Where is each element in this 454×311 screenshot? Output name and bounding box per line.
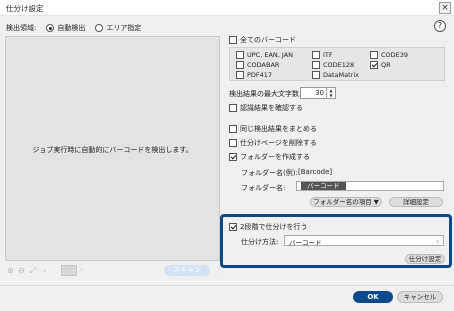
barcode-checkbox-datamatrix[interactable] [312, 71, 320, 79]
folder-example-label: フォルダー名(例): [241, 169, 298, 177]
folder-example-value: [Barcode] [298, 168, 333, 176]
scan-button[interactable]: スキャン [164, 265, 210, 276]
create-folder-label: フォルダーを作成する [240, 153, 310, 161]
max-chars-value[interactable]: 30 [315, 89, 324, 97]
barcode-option-upc[interactable]: UPC, EAN, JAN [236, 51, 293, 59]
radio-area-label: エリア指定 [106, 24, 142, 32]
merge-same-label: 同じ検出結果をまとめる [240, 125, 317, 133]
barcode-checkbox-qr[interactable] [370, 61, 378, 69]
preview-area: ジョブ実行時に自動的にバーコードを検出します。 [5, 36, 220, 261]
confirm-result-label: 認識結果を確認する [240, 104, 303, 112]
confirm-result-checkbox[interactable] [229, 104, 237, 112]
barcode-option-qr[interactable]: QR [370, 61, 391, 69]
sort-method-label: 仕分け方法: [241, 238, 279, 246]
all-barcodes-row[interactable]: 全てのバーコード [229, 35, 296, 45]
detect-area-label: 検出領域: [6, 24, 37, 32]
folder-name-items-button[interactable]: フォルダー名の項目 ▼ [310, 197, 382, 207]
barcode-label-pdf417: PDF417 [247, 71, 273, 79]
footer-divider [0, 285, 454, 286]
radio-area-specify[interactable]: エリア指定 [95, 23, 141, 33]
barcode-checkbox-upc[interactable] [236, 51, 244, 59]
second-level-row[interactable]: 2段階で仕分けを行う [229, 222, 307, 232]
folder-name-field[interactable]: バーコード [296, 181, 444, 191]
radio-auto-label: 自動検出 [57, 24, 86, 32]
sort-method-select[interactable]: バーコード ⌄ [284, 235, 444, 247]
fit-screen-icon[interactable]: ⤢ [30, 266, 36, 276]
barcode-option-code39[interactable]: CODE39 [370, 51, 408, 59]
preview-toolbar: ⊕ ⊖ ⤢ ‹ › スキャン ⋮ [5, 264, 223, 278]
barcode-option-code128[interactable]: CODE128 [312, 61, 354, 69]
max-chars-stepper[interactable]: 30 ▲ ▼ [300, 87, 336, 99]
max-chars-label: 検出結果の最大文字数: [229, 90, 302, 98]
delete-separator-label: 仕分けページを削除する [240, 139, 317, 147]
folder-name-label: フォルダー名: [241, 184, 286, 192]
create-folder-row[interactable]: フォルダーを作成する [229, 152, 310, 162]
next-page-icon[interactable]: › [80, 265, 83, 274]
merge-same-checkbox[interactable] [229, 125, 237, 133]
radio-dot-area[interactable] [95, 24, 104, 32]
barcode-label-code39: CODE39 [381, 51, 409, 59]
delete-separator-checkbox[interactable] [229, 139, 237, 147]
radio-dot-auto[interactable] [46, 24, 55, 32]
barcode-checkbox-codabar[interactable] [236, 61, 244, 69]
all-barcodes-checkbox[interactable] [229, 36, 237, 44]
barcode-label-code128: CODE128 [323, 61, 355, 69]
all-barcodes-label: 全てのバーコード [240, 36, 296, 44]
title-bar: 仕分け設定 × [0, 0, 454, 16]
create-folder-checkbox[interactable] [229, 153, 237, 161]
sort-settings-button[interactable]: 仕分け設定 [405, 254, 445, 264]
barcode-label-qr: QR [381, 61, 391, 69]
window-title: 仕分け設定 [6, 4, 44, 13]
barcode-label-upc: UPC, EAN, JAN [247, 51, 294, 59]
sort-method-value: バーコード [289, 239, 322, 247]
barcode-label-codabar: CODABAR [247, 61, 280, 69]
ok-button[interactable]: OK [353, 291, 393, 303]
barcode-checkbox-code128[interactable] [312, 61, 320, 69]
barcode-type-group: UPC, EAN, JAN ITF CODE39 CODABAR CODE128… [229, 47, 445, 81]
prev-page-icon[interactable]: ‹ [43, 266, 46, 275]
confirm-result-row[interactable]: 認識結果を確認する [229, 103, 303, 113]
zoom-out-icon[interactable]: ⊖ [18, 266, 25, 275]
barcode-label-itf: ITF [323, 51, 333, 59]
barcode-option-codabar[interactable]: CODABAR [236, 61, 279, 69]
close-icon[interactable]: × [439, 2, 451, 14]
stepper-arrows-icon[interactable]: ▲ ▼ [326, 88, 335, 98]
page-thumbnail[interactable] [61, 265, 77, 276]
second-level-label: 2段階で仕分けを行う [240, 223, 308, 231]
second-level-checkbox[interactable] [229, 223, 237, 231]
barcode-checkbox-pdf417[interactable] [236, 71, 244, 79]
barcode-checkbox-itf[interactable] [312, 51, 320, 59]
radio-auto-detect[interactable]: 自動検出 [46, 23, 85, 33]
help-icon[interactable]: ? [434, 20, 446, 32]
chevron-down-icon: ⌄ [434, 237, 440, 244]
preview-message: ジョブ実行時に自動的にバーコードを検出します。 [32, 146, 193, 154]
folder-name-tag[interactable]: バーコード [301, 182, 346, 190]
barcode-option-itf[interactable]: ITF [312, 51, 333, 59]
barcode-option-pdf417[interactable]: PDF417 [236, 71, 272, 79]
barcode-option-datamatrix[interactable]: DataMatrix [312, 71, 359, 79]
cancel-button[interactable]: キャンセル [397, 291, 443, 303]
barcode-label-datamatrix: DataMatrix [323, 71, 359, 79]
zoom-in-icon[interactable]: ⊕ [7, 266, 14, 275]
delete-separator-row[interactable]: 仕分けページを削除する [229, 138, 317, 148]
detect-area-row: 検出領域: 自動検出 エリア指定 [6, 22, 141, 34]
barcode-checkbox-code39[interactable] [370, 51, 378, 59]
merge-same-row[interactable]: 同じ検出結果をまとめる [229, 124, 317, 134]
folder-detail-settings-button[interactable]: 詳細設定 [389, 197, 443, 207]
